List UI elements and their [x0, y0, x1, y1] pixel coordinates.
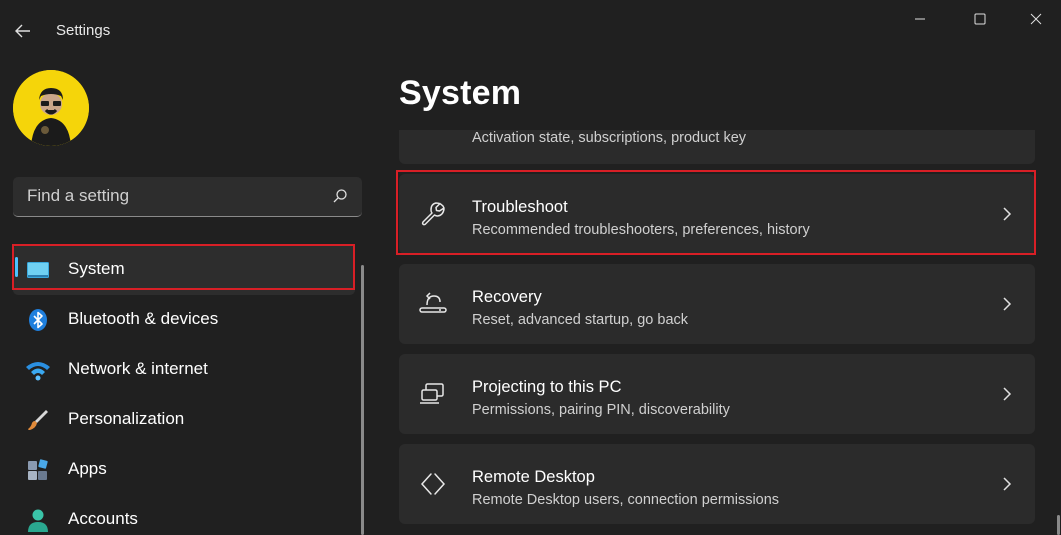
search-icon[interactable] [332, 188, 348, 204]
bluetooth-icon [25, 307, 51, 333]
remote-desktop-icon [419, 470, 447, 498]
title-bar: Settings [0, 0, 1061, 62]
wrench-icon [419, 200, 447, 228]
card-remote-desktop[interactable]: Remote Desktop Remote Desktop users, con… [399, 444, 1035, 524]
main-scrollbar[interactable] [1057, 515, 1060, 535]
wifi-icon [25, 357, 51, 383]
chevron-right-icon [1003, 297, 1012, 311]
card-projecting[interactable]: Projecting to this PC Permissions, pairi… [399, 354, 1035, 434]
sidebar-item-label: Apps [68, 459, 107, 478]
active-indicator [15, 257, 18, 277]
apps-icon [25, 457, 51, 483]
card-subtitle: Remote Desktop users, connection permiss… [472, 492, 780, 508]
maximize-icon [974, 13, 986, 25]
close-icon [1030, 13, 1042, 25]
sidebar-item-label: Accounts [68, 509, 138, 528]
maximize-button[interactable] [957, 0, 1003, 38]
sidebar-item-bluetooth-devices[interactable]: Bluetooth & devices [13, 295, 355, 345]
sidebar-item-system[interactable]: System [13, 245, 355, 295]
card-troubleshoot[interactable]: Troubleshoot Recommended troubleshooters… [399, 174, 1035, 254]
chevron-right-icon [1003, 207, 1012, 221]
search-input[interactable] [13, 177, 313, 215]
chevron-right-icon [1003, 387, 1012, 401]
sidebar-item-accounts[interactable]: Accounts [13, 495, 355, 535]
card-subtitle: Recommended troubleshooters, preferences… [472, 222, 810, 238]
card-title: Remote Desktop [472, 468, 595, 486]
sidebar-scrollbar[interactable] [361, 265, 364, 535]
sidebar-item-apps[interactable]: Apps [13, 445, 355, 495]
card-subtitle: Activation state, subscriptions, product… [472, 130, 747, 146]
app-title: Settings [56, 22, 111, 39]
sidebar-item-network-internet[interactable]: Network & internet [13, 345, 355, 395]
card-subtitle: Reset, advanced startup, go back [472, 312, 689, 328]
card-recovery[interactable]: Recovery Reset, advanced startup, go bac… [399, 264, 1035, 344]
card-subtitle: Permissions, pairing PIN, discoverabilit… [472, 402, 730, 418]
sidebar-item-label: Network & internet [68, 359, 208, 378]
sidebar-item-label: Bluetooth & devices [68, 309, 219, 328]
back-button[interactable] [6, 14, 40, 48]
minimize-icon [915, 18, 925, 20]
projecting-icon [419, 380, 447, 408]
sidebar-item-label: System [68, 259, 125, 278]
back-arrow-icon [15, 24, 30, 38]
card-activation[interactable]: Activation state, subscriptions, product… [399, 130, 1035, 164]
search-box[interactable] [13, 177, 362, 217]
sidebar-item-personalization[interactable]: Personalization [13, 395, 355, 445]
sidebar-nav: System Bluetooth & devices Network & int… [0, 245, 360, 535]
avatar[interactable] [13, 70, 89, 146]
brush-icon [25, 407, 51, 433]
page-title: System [399, 74, 522, 112]
card-title: Troubleshoot [472, 198, 568, 216]
card-title: Projecting to this PC [472, 378, 622, 396]
system-icon [25, 257, 51, 283]
close-button[interactable] [1013, 0, 1059, 38]
card-title: Recovery [472, 288, 542, 306]
accounts-icon [25, 507, 51, 533]
avatar-icon [13, 70, 89, 146]
sidebar-item-label: Personalization [68, 409, 185, 428]
recovery-icon [419, 290, 447, 318]
chevron-right-icon [1003, 477, 1012, 491]
minimize-button[interactable] [897, 0, 943, 38]
